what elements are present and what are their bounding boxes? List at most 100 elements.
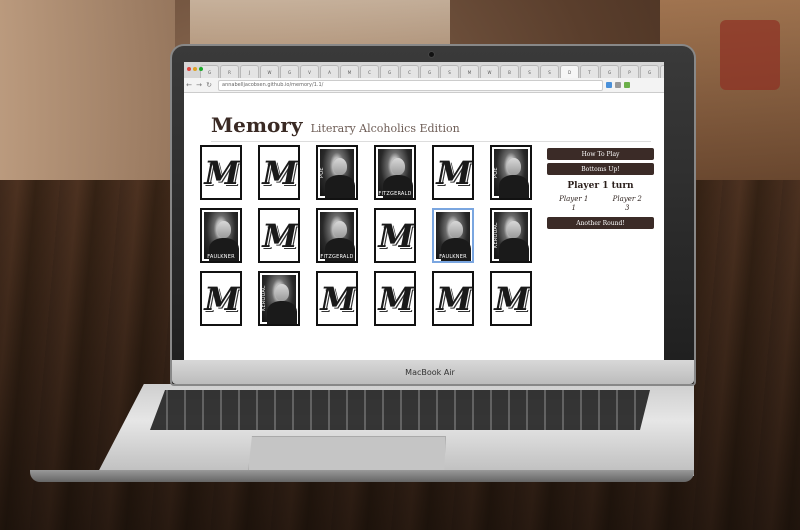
portrait-face: [507, 158, 521, 175]
maximize-window-icon[interactable]: [199, 67, 203, 71]
background-wall-left: [0, 0, 175, 200]
browser-tab[interactable]: M: [660, 65, 664, 78]
card-back-monogram-icon: M: [436, 153, 471, 192]
memory-card-portrait[interactable]: POE: [316, 145, 358, 200]
author-name-label: FAULKNER: [439, 254, 467, 260]
page-subtitle: Literary Alcoholics Edition: [310, 122, 460, 135]
extension-icon[interactable]: [624, 82, 630, 88]
portrait-face: [391, 158, 405, 175]
memory-card-facedown[interactable]: M: [258, 145, 300, 200]
bottoms-up-button[interactable]: Bottoms Up!: [547, 163, 654, 175]
memory-card-portrait[interactable]: FAULKNER: [432, 208, 474, 263]
screen: GRJWGVAMCGCGSMWBSSDTGPGM ← → ↻ annabellj…: [184, 62, 664, 360]
portrait-face: [449, 221, 463, 238]
card-back-monogram-icon: M: [320, 279, 355, 318]
author-portrait: [320, 212, 355, 261]
browser-tab[interactable]: S: [440, 65, 459, 78]
browser-tab-bar: GRJWGVAMCGCGSMWBSSDTGPGM: [184, 62, 664, 78]
browser-tab[interactable]: G: [380, 65, 399, 78]
memory-card-portrait[interactable]: FITZGERALD: [374, 145, 416, 200]
browser-tab[interactable]: G: [640, 65, 659, 78]
card-back-monogram-icon: M: [262, 216, 297, 255]
browser-tab[interactable]: V: [300, 65, 319, 78]
extension-icon[interactable]: [606, 82, 612, 88]
browser-tab[interactable]: G: [600, 65, 619, 78]
memory-card-facedown[interactable]: M: [490, 271, 532, 326]
author-portrait: [204, 212, 239, 261]
how-to-play-button[interactable]: How To Play: [547, 148, 654, 160]
author-name-label: POE: [493, 167, 499, 178]
memory-card-facedown[interactable]: M: [200, 145, 242, 200]
browser-tab[interactable]: S: [540, 65, 559, 78]
game-controls: How To Play Bottoms Up! Player 1 turn Pl…: [547, 148, 654, 232]
memory-card-facedown[interactable]: M: [374, 271, 416, 326]
browser-tab[interactable]: M: [340, 65, 359, 78]
minimize-window-icon[interactable]: [193, 67, 197, 71]
memory-card-portrait[interactable]: KEROUAC: [490, 208, 532, 263]
extension-icon[interactable]: [615, 82, 621, 88]
memory-card-facedown[interactable]: M: [200, 271, 242, 326]
memory-card-portrait[interactable]: FAULKNER: [200, 208, 242, 263]
forward-icon[interactable]: →: [194, 81, 204, 89]
portrait-face: [217, 221, 231, 238]
reload-icon[interactable]: ↻: [204, 81, 214, 89]
browser-tab[interactable]: B: [500, 65, 519, 78]
portrait-face: [507, 221, 521, 238]
browser-tab[interactable]: A: [320, 65, 339, 78]
memory-card-facedown[interactable]: M: [432, 271, 474, 326]
author-portrait: [262, 275, 297, 324]
author-portrait: [494, 149, 529, 198]
memory-card-facedown[interactable]: M: [258, 208, 300, 263]
memory-card-facedown[interactable]: M: [316, 271, 358, 326]
page-title: Memory: [211, 113, 303, 137]
back-icon[interactable]: ←: [184, 81, 194, 89]
memory-card-facedown[interactable]: M: [432, 145, 474, 200]
laptop-trackpad: [248, 436, 446, 472]
browser-tab[interactable]: C: [400, 65, 419, 78]
author-name-label: KEROUAC: [261, 285, 267, 312]
portrait-face: [333, 221, 347, 238]
browser-tab[interactable]: G: [420, 65, 439, 78]
author-name-label: POE: [319, 167, 325, 178]
browser-tab[interactable]: M: [460, 65, 479, 78]
laptop-keyboard: [150, 390, 650, 430]
author-portrait: [436, 212, 471, 261]
portrait-shoulders: [499, 238, 529, 261]
player-1-score: Player 1 1: [559, 195, 588, 213]
memory-card-portrait[interactable]: POE: [490, 145, 532, 200]
player-2-label: Player 2: [612, 195, 642, 203]
device-brand-label: MacBook Air: [405, 368, 455, 377]
url-field[interactable]: annabelljacobsen.github.io/memory/1.1/: [218, 79, 603, 91]
portrait-shoulders: [267, 301, 297, 324]
another-round-button[interactable]: Another Round!: [547, 217, 654, 229]
browser-tab[interactable]: D: [560, 65, 579, 78]
browser-tab[interactable]: T: [580, 65, 599, 78]
card-back-monogram-icon: M: [378, 216, 413, 255]
card-back-monogram-icon: M: [494, 279, 529, 318]
browser-tab[interactable]: S: [520, 65, 539, 78]
browser-tab[interactable]: C: [360, 65, 379, 78]
browser-tab[interactable]: J: [240, 65, 259, 78]
memory-game-page: Memory Literary Alcoholics Edition M M POE…: [184, 93, 664, 360]
card-back-monogram-icon: M: [262, 153, 297, 192]
browser-tab[interactable]: G: [280, 65, 299, 78]
webcam: [429, 52, 434, 57]
portrait-face: [275, 284, 289, 301]
turn-status: Player 1 turn: [567, 181, 634, 191]
browser-tab[interactable]: W: [260, 65, 279, 78]
close-window-icon[interactable]: [187, 67, 191, 71]
card-grid: M M POE FITZGERALD M POE FAULKNER M FITZGERALD M F…: [200, 145, 545, 326]
browser-tab[interactable]: W: [480, 65, 499, 78]
card-back-monogram-icon: M: [204, 279, 239, 318]
memory-card-facedown[interactable]: M: [374, 208, 416, 263]
memory-card-portrait[interactable]: FITZGERALD: [316, 208, 358, 263]
browser-tab[interactable]: R: [220, 65, 239, 78]
browser-tab[interactable]: P: [620, 65, 639, 78]
laptop-base-front: [30, 470, 694, 482]
player-2-value: 3: [625, 204, 630, 212]
memory-card-portrait[interactable]: KEROUAC: [258, 271, 300, 326]
page-header: Memory Literary Alcoholics Edition: [211, 113, 651, 142]
author-name-label: FAULKNER: [207, 254, 235, 260]
scoreboard: Player 1 1 Player 2 3: [547, 195, 654, 213]
author-name-label: FITZGERALD: [378, 191, 412, 197]
